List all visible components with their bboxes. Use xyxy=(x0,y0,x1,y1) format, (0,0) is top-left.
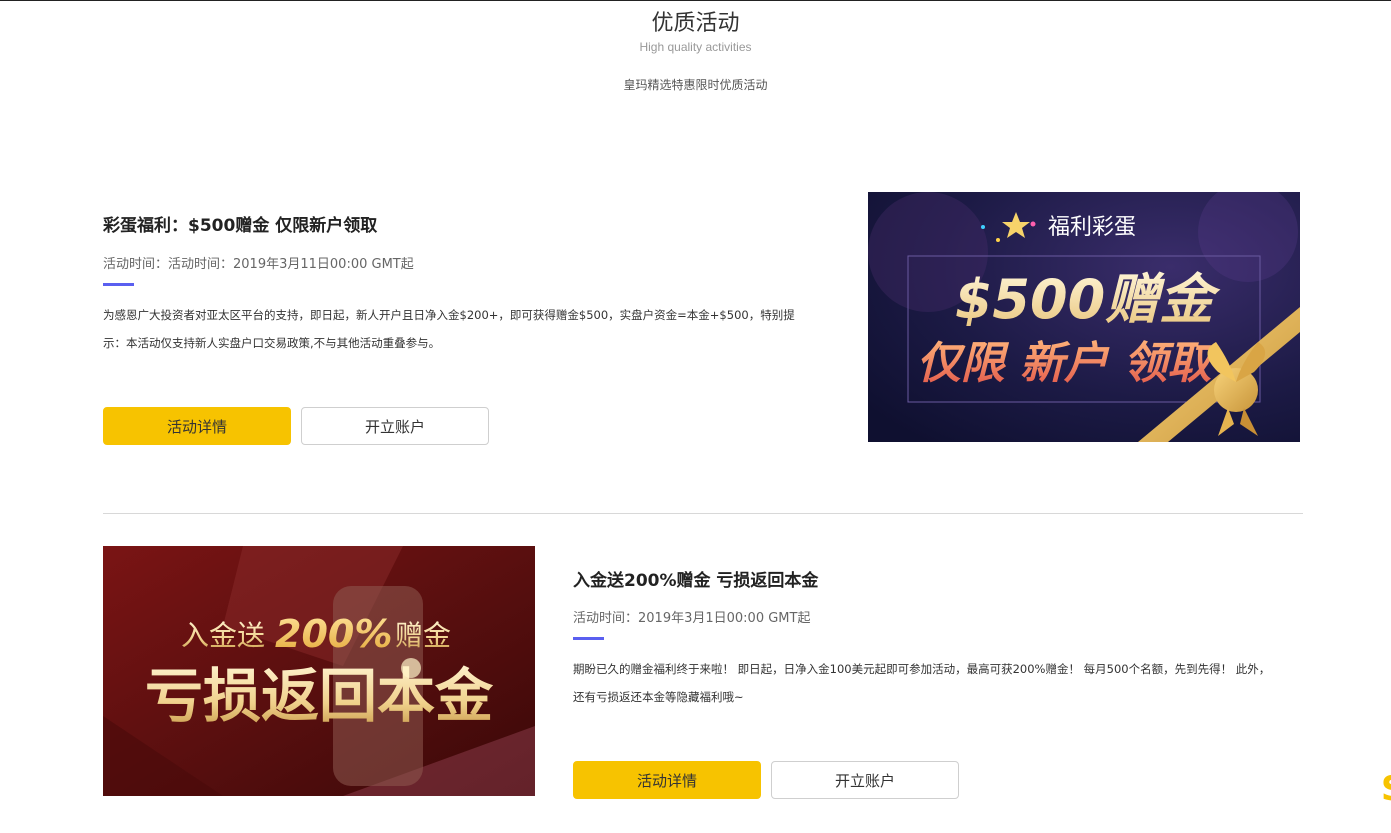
promo-time: 活动时间：2019年3月1日00:00 GMT起 xyxy=(573,611,811,626)
svg-text:200%: 200% xyxy=(275,612,392,656)
page-title: 优质活动 xyxy=(651,11,740,36)
promo-body-line: 期盼已久的赠金福利终于来啦！ 即日起，日净入金100美元起即可参加活动，最高可获… xyxy=(573,662,1271,676)
promo-title: 入金送200%赠金 亏损返回本金 xyxy=(573,571,819,591)
promo-body-line: 示：本活动仅支持新人实盘户口交易政策,不与其他活动重叠参与。 xyxy=(103,336,441,350)
promo-body-line: 为感恩广大投资者对亚太区平台的支持，即日起，新人开户且日净入金$200+，即可获… xyxy=(103,308,795,322)
svg-text:$500赠金: $500赠金 xyxy=(955,268,1221,331)
svg-text:亏损返回本金: 亏损返回本金 xyxy=(145,662,494,730)
promo-accent-bar xyxy=(573,637,604,640)
floating-logo-icon[interactable]: S xyxy=(1381,771,1391,807)
promo-banner-image[interactable]: 福利彩蛋 $500赠金 仅限 新户 领取 xyxy=(868,192,1300,442)
activity-details-button[interactable]: 活动详情 xyxy=(573,761,761,799)
promo-accent-bar xyxy=(103,283,134,286)
promo-body: 期盼已久的赠金福利终于来啦！ 即日起，日净入金100美元起即可参加活动，最高可获… xyxy=(573,655,1303,711)
promo-body-line: 还有亏损返还本金等隐藏福利哦~ xyxy=(573,690,744,704)
open-account-button[interactable]: 开立账户 xyxy=(771,761,959,799)
page-description: 皇玛精选特惠限时优质活动 xyxy=(623,78,768,92)
svg-text:赠金: 赠金 xyxy=(395,619,451,652)
promo-body: 为感恩广大投资者对亚太区平台的支持，即日起，新人开户且日净入金$200+，即可获… xyxy=(103,301,823,357)
promo-title: 彩蛋福利：$500赠金 仅限新户领取 xyxy=(103,216,378,236)
page-subtitle: High quality activities xyxy=(639,40,752,54)
promo-time: 活动时间：活动时间：2019年3月11日00:00 GMT起 xyxy=(103,257,414,272)
activity-details-button[interactable]: 活动详情 xyxy=(103,407,291,445)
svg-text:仅限 新户 领取: 仅限 新户 领取 xyxy=(917,338,1218,389)
svg-text:福利彩蛋: 福利彩蛋 xyxy=(1048,215,1136,240)
open-account-button[interactable]: 开立账户 xyxy=(301,407,489,445)
section-divider xyxy=(103,513,1303,514)
promo-banner-image[interactable]: 入金送 200% 赠金 亏损返回本金 xyxy=(103,546,535,796)
svg-text:入金送: 入金送 xyxy=(181,619,265,652)
